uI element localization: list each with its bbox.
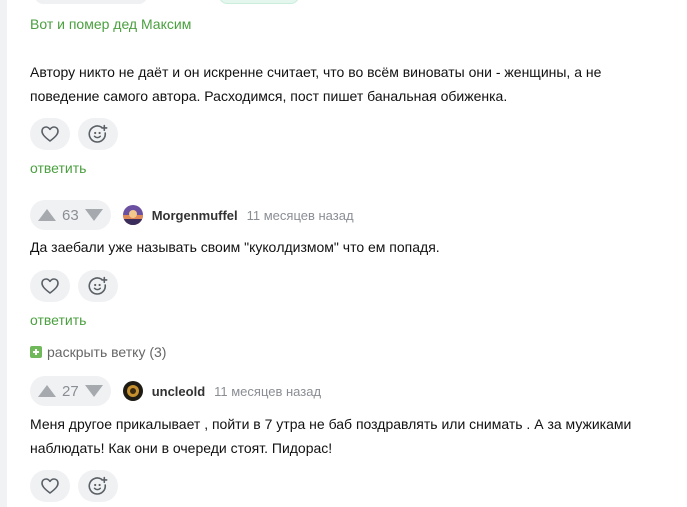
like-button[interactable] [30, 470, 70, 502]
top-badge[interactable] [219, 0, 299, 4]
reply-button[interactable]: ответить [30, 159, 86, 177]
comment-header: 63 Morgenmuffel 11 месяцев назад [30, 200, 354, 230]
heart-icon [41, 278, 59, 294]
comment-time[interactable]: 11 месяцев назад [247, 208, 354, 223]
react-button[interactable] [78, 118, 118, 150]
arrow-down-icon[interactable] [84, 385, 103, 397]
expand-thread-button[interactable]: раскрыть ветку (3) [30, 343, 166, 361]
comment-text: Меня другое прикалывает , пойти в 7 утра… [30, 416, 632, 456]
smiley-plus-icon [88, 276, 108, 295]
comment-actions [30, 470, 118, 502]
avatar[interactable] [122, 205, 143, 225]
author-name[interactable]: Morgenmuffel [152, 208, 238, 223]
rating-widget: 27 [30, 376, 111, 406]
comment-text: Автору никто не даёт и он искренне счита… [30, 64, 602, 104]
smiley-plus-icon [88, 476, 108, 495]
comment-actions [30, 118, 118, 150]
like-button[interactable] [30, 118, 70, 150]
parent-post-link[interactable]: Вот и помер дед Максим [30, 15, 191, 33]
smiley-plus-icon [88, 124, 108, 143]
comment-actions [30, 270, 118, 302]
author-name[interactable]: uncleold [152, 384, 205, 399]
heart-icon [41, 126, 59, 142]
plus-square-icon [30, 346, 42, 358]
rating-widget: 63 [30, 200, 111, 230]
avatar[interactable] [122, 381, 143, 401]
thread-rail [0, 0, 7, 507]
expand-thread-label: раскрыть ветку (3) [47, 344, 167, 360]
rating-value: 27 [62, 382, 79, 400]
reply-button[interactable]: ответить [30, 311, 86, 329]
comment-time[interactable]: 11 месяцев назад [214, 384, 321, 399]
arrow-up-icon[interactable] [38, 209, 56, 221]
rating-value: 63 [62, 206, 79, 224]
react-button[interactable] [78, 270, 118, 302]
heart-icon [41, 478, 59, 494]
top-toolbar-pill[interactable] [35, 0, 147, 4]
arrow-down-icon[interactable] [84, 209, 103, 221]
arrow-up-icon[interactable] [38, 385, 56, 397]
comment-text: Да заебали уже называть своим "кукoлдизм… [30, 239, 440, 255]
react-button[interactable] [78, 470, 118, 502]
comments-page: Вот и помер дед Максим Автору никто не д… [0, 0, 687, 507]
comment-header: 27 uncleold 11 месяцев назад [30, 376, 321, 406]
like-button[interactable] [30, 270, 70, 302]
